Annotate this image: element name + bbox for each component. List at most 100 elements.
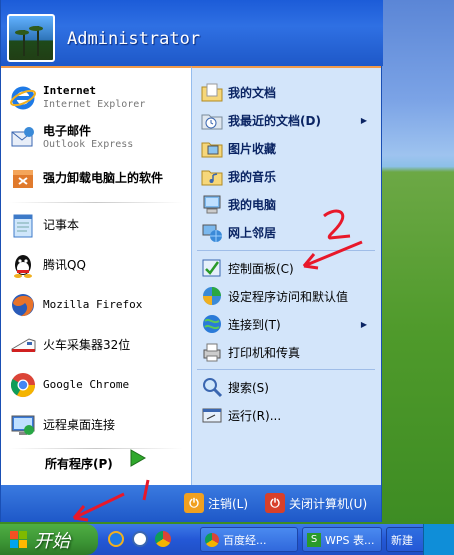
setting-program-access[interactable]: 设定程序访问和默认值	[201, 283, 348, 309]
pinned-outlook-express[interactable]: 电子邮件 Outlook Express	[9, 120, 133, 156]
shutdown-label: 关闭计算机(U)	[289, 496, 368, 511]
pinned-subtitle: Internet Explorer	[43, 99, 146, 110]
my-pictures-icon	[201, 137, 223, 159]
chrome-icon	[9, 371, 37, 399]
logoff-icon: ⏻	[184, 493, 204, 513]
network-icon	[201, 221, 223, 243]
firefox-icon	[9, 291, 37, 319]
my-music-icon	[201, 165, 223, 187]
start-menu: Administrator Internet Internet Explorer …	[0, 0, 383, 522]
outlook-icon	[9, 124, 37, 152]
place-label: 图片收藏	[228, 141, 277, 156]
pinned-internet-explorer[interactable]: Internet Internet Explorer	[9, 80, 145, 116]
recent-firefox[interactable]: Mozilla Firefox	[9, 287, 142, 323]
connect-icon	[201, 313, 223, 335]
setting-label: 设定程序访问和默认值	[228, 289, 349, 304]
windows-flag-icon	[10, 530, 28, 549]
notepad-icon	[9, 211, 37, 239]
train-icon	[9, 331, 37, 359]
quicklaunch-chrome-icon[interactable]	[155, 531, 171, 547]
taskbar-button-label: 新建	[391, 533, 413, 547]
place-label: 我的音乐	[228, 169, 277, 184]
recent-label: 远程桌面连接	[43, 418, 116, 432]
place-my-computer[interactable]: 我的电脑	[201, 191, 276, 217]
recent-label: Google Chrome	[43, 378, 130, 391]
recent-remote-desktop[interactable]: 远程桌面连接	[9, 407, 115, 443]
taskbar-button-baidu[interactable]: 百度经...	[200, 527, 298, 552]
submenu-arrow-icon: ▶	[360, 115, 367, 125]
taskbar-button-label: WPS 表...	[325, 533, 375, 547]
recent-label: Mozilla Firefox	[43, 298, 143, 311]
user-avatar[interactable]	[7, 14, 55, 62]
printer-icon	[201, 341, 223, 363]
run-icon	[201, 404, 223, 426]
place-label: 网上邻居	[228, 225, 277, 240]
recent-train-collector[interactable]: 火车采集器32位	[9, 327, 130, 363]
place-my-music[interactable]: 我的音乐	[201, 163, 276, 189]
setting-connect-to[interactable]: 连接到(T) ▶	[201, 311, 379, 337]
recent-label: 腾讯QQ	[43, 258, 86, 272]
setting-label: 连接到(T)	[228, 317, 281, 332]
start-button[interactable]: 开始	[0, 524, 98, 555]
remote-desktop-icon	[9, 411, 37, 439]
tool-label: 运行(R)...	[228, 408, 282, 423]
recent-chrome[interactable]: Google Chrome	[9, 367, 129, 403]
my-documents-icon	[201, 81, 223, 103]
tool-label: 搜索(S)	[228, 380, 269, 395]
taskbar-button-label: 百度经...	[223, 533, 267, 547]
shutdown-icon: ⏻	[265, 493, 285, 513]
quicklaunch-ie-alt-icon[interactable]	[132, 531, 148, 547]
chrome-icon	[205, 532, 219, 547]
separator	[197, 369, 375, 370]
setting-label: 打印机和传真	[228, 345, 301, 360]
all-programs-label[interactable]: 所有程序(P)	[45, 455, 113, 472]
pinned-title: 强力卸载电脑上的软件	[43, 171, 164, 185]
ie-icon	[9, 84, 37, 112]
user-name: Administrator	[67, 29, 201, 49]
wps-icon: S	[307, 532, 321, 547]
uninstall-icon	[9, 164, 37, 192]
pinned-subtitle: Outlook Express	[43, 139, 134, 150]
pinned-title: Internet	[43, 84, 96, 97]
separator	[9, 202, 183, 203]
program-access-icon	[201, 285, 223, 307]
submenu-arrow-icon: ▶	[360, 319, 367, 329]
all-programs-arrow-icon[interactable]	[127, 448, 147, 468]
search-icon	[201, 376, 223, 398]
setting-label: 控制面板(C)	[228, 261, 294, 276]
my-computer-icon	[201, 193, 223, 215]
recent-notepad[interactable]: 记事本	[9, 207, 79, 243]
palm-leaf	[29, 26, 43, 31]
qq-icon	[9, 251, 37, 279]
recent-documents-icon	[201, 109, 223, 131]
palm-leaf	[15, 30, 29, 35]
logoff-label: 注销(L)	[208, 496, 249, 511]
recent-label: 记事本	[43, 218, 80, 232]
place-label: 我的电脑	[228, 197, 277, 212]
logoff-button[interactable]: ⏻ 注销(L)	[184, 493, 248, 513]
taskbar-button-new[interactable]: 新建	[386, 527, 426, 552]
place-label: 我的文档	[228, 85, 277, 100]
place-my-documents[interactable]: 我的文档	[201, 79, 276, 105]
shutdown-button[interactable]: ⏻ 关闭计算机(U)	[265, 493, 367, 513]
start-menu-header: Administrator	[1, 0, 383, 66]
place-my-pictures[interactable]: 图片收藏	[201, 135, 276, 161]
setting-printers-faxes[interactable]: 打印机和传真	[201, 339, 300, 365]
start-menu-footer: ⏻ 注销(L) ⏻ 关闭计算机(U)	[1, 485, 381, 522]
tool-run[interactable]: 运行(R)...	[201, 402, 281, 428]
place-network[interactable]: 网上邻居	[201, 219, 276, 245]
start-label: 开始	[34, 530, 70, 552]
system-tray	[423, 524, 454, 555]
separator	[197, 250, 375, 251]
tool-search[interactable]: 搜索(S)	[201, 374, 269, 400]
taskbar-button-wps[interactable]: S WPS 表...	[302, 527, 382, 552]
taskbar: 开始 百度经... S WPS 表... 新建	[0, 524, 454, 555]
recent-label: 火车采集器32位	[43, 338, 131, 352]
pinned-uninstaller[interactable]: 强力卸载电脑上的软件	[9, 160, 163, 196]
recent-qq[interactable]: 腾讯QQ	[9, 247, 86, 283]
setting-control-panel[interactable]: 控制面板(C)	[201, 255, 294, 281]
place-recent-documents[interactable]: 我最近的文档(D) ▶	[201, 107, 379, 133]
quicklaunch-ie-icon[interactable]	[108, 531, 124, 547]
pinned-title: 电子邮件	[43, 124, 92, 138]
place-label: 我最近的文档(D)	[228, 113, 321, 128]
